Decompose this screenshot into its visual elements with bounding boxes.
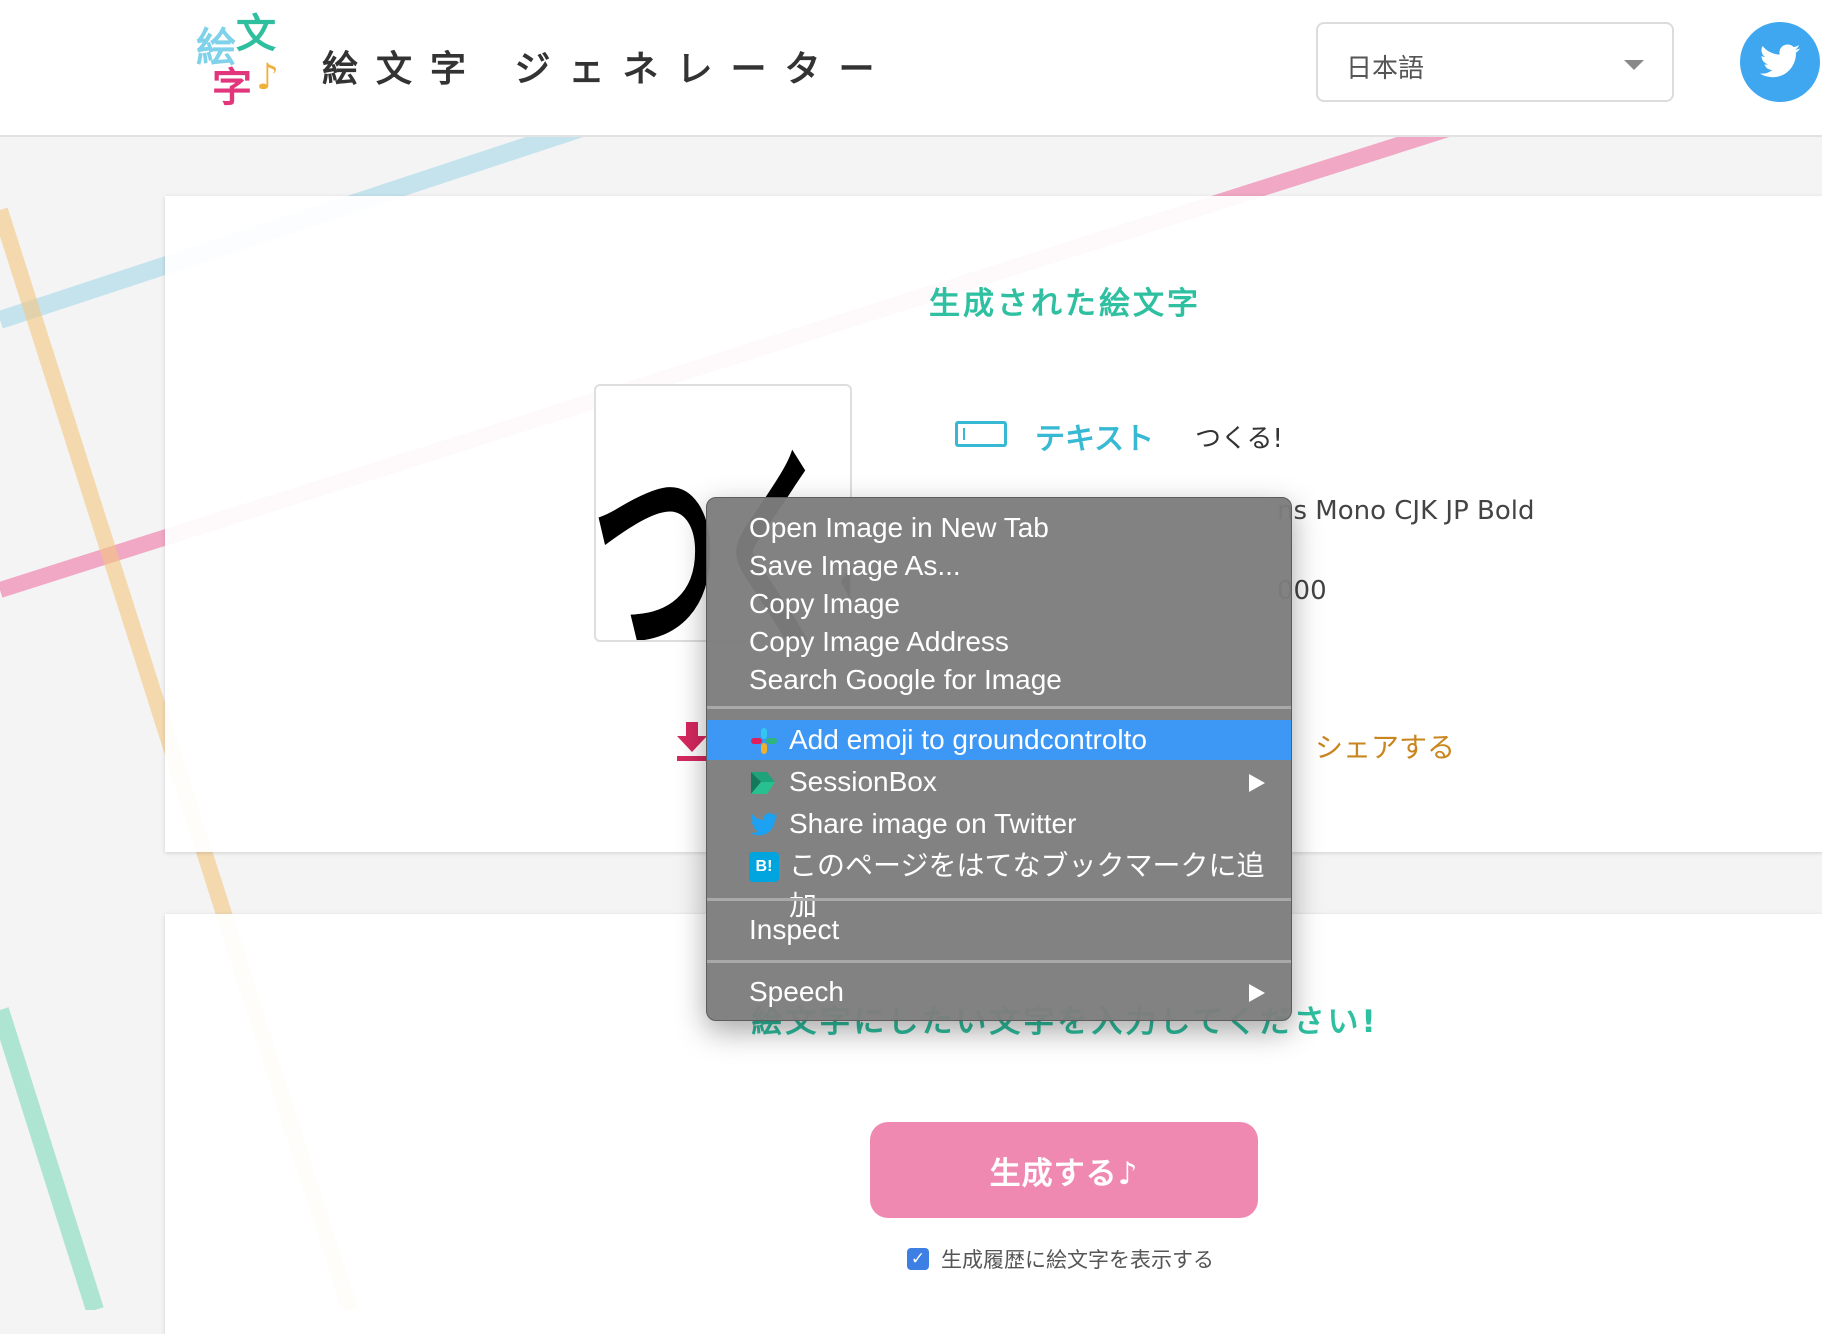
- menu-item-save-image-as[interactable]: Save Image As...: [707, 546, 1291, 586]
- hatena-bookmark-icon: B!: [749, 852, 779, 882]
- menu-item-label: Share image on Twitter: [789, 808, 1077, 839]
- menu-item-sessionbox[interactable]: SessionBox: [707, 762, 1291, 802]
- menu-item-inspect[interactable]: Inspect: [707, 910, 1291, 950]
- menu-item-label: Search Google for Image: [749, 664, 1062, 695]
- download-icon[interactable]: [675, 722, 709, 762]
- generate-button[interactable]: 生成する♪: [870, 1122, 1258, 1218]
- text-field-icon: [955, 421, 1007, 447]
- result-title: 生成された絵文字: [929, 286, 1201, 322]
- share-link[interactable]: シェアする: [1315, 726, 1455, 766]
- menu-separator: [707, 898, 1291, 901]
- menu-item-share-image-twitter[interactable]: Share image on Twitter: [707, 804, 1291, 844]
- language-select-value: 日本語: [1346, 54, 1425, 84]
- chevron-down-icon: [1624, 60, 1644, 70]
- menu-item-label: Open Image in New Tab: [749, 512, 1049, 543]
- font-value: ns Mono CJK JP Bold: [1277, 496, 1535, 526]
- menu-separator: [707, 960, 1291, 963]
- menu-item-label: Add emoji to groundcontrolto: [789, 724, 1147, 755]
- header: 絵 文 字 ♪ 絵文字 ジェネレーター 日本語: [0, 0, 1822, 137]
- logo-char-2: 文: [236, 11, 276, 57]
- menu-item-open-image-new-tab[interactable]: Open Image in New Tab: [707, 508, 1291, 548]
- submenu-arrow-icon: [1249, 984, 1265, 1002]
- menu-item-label: Inspect: [749, 914, 840, 945]
- site-title: 絵文字 ジェネレーター: [322, 49, 893, 90]
- twitter-share-button[interactable]: [1740, 22, 1820, 102]
- history-checkbox-label: 生成履歴に絵文字を表示する: [941, 1248, 1214, 1272]
- history-checkbox[interactable]: ✓: [907, 1248, 929, 1270]
- menu-item-label: Copy Image Address: [749, 626, 1009, 657]
- logo-char-4: ♪: [256, 57, 279, 98]
- context-menu: Open Image in New Tab Save Image As... C…: [706, 497, 1292, 1021]
- menu-item-add-emoji-slack[interactable]: Add emoji to groundcontrolto: [707, 720, 1291, 760]
- menu-item-hatena-bookmark[interactable]: B! このページをはてなブックマークに追加: [707, 846, 1291, 921]
- menu-item-label: Speech: [749, 976, 844, 1007]
- menu-item-search-google-for-image[interactable]: Search Google for Image: [707, 660, 1291, 700]
- twitter-icon: [1759, 44, 1801, 78]
- text-value: つくる!: [1195, 424, 1283, 454]
- menu-separator: [707, 706, 1291, 709]
- language-select[interactable]: 日本語: [1316, 22, 1674, 102]
- logo-char-3: 字: [212, 65, 252, 111]
- history-option[interactable]: ✓ 生成履歴に絵文字を表示する: [907, 1244, 1214, 1274]
- slack-icon: [751, 728, 777, 754]
- menu-item-label: Copy Image: [749, 588, 900, 619]
- submenu-arrow-icon: [1249, 774, 1265, 792]
- twitter-icon: [750, 813, 778, 836]
- site-logo[interactable]: 絵 文 字 ♪: [192, 14, 288, 114]
- sessionbox-icon: [751, 772, 775, 794]
- menu-item-copy-image-address[interactable]: Copy Image Address: [707, 622, 1291, 662]
- menu-item-copy-image[interactable]: Copy Image: [707, 584, 1291, 624]
- menu-item-speech[interactable]: Speech: [707, 972, 1291, 1012]
- menu-item-label: Save Image As...: [749, 550, 961, 581]
- text-label: テキスト: [1035, 422, 1155, 457]
- logo-char-1: 絵: [196, 25, 236, 71]
- menu-item-label: SessionBox: [789, 766, 937, 797]
